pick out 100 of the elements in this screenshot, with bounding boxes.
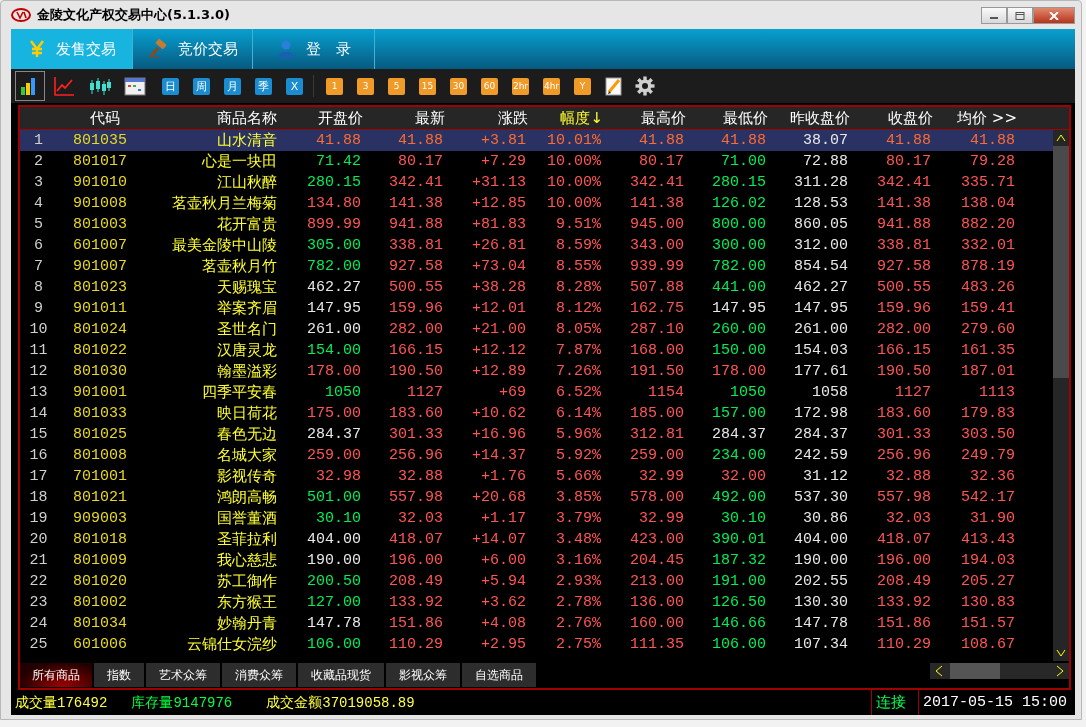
category-tab[interactable]: 消费众筹 — [222, 663, 296, 687]
category-tab[interactable]: 所有商品 — [20, 663, 92, 687]
scroll-right-icon[interactable] — [1056, 665, 1064, 677]
scrollbar-thumb[interactable] — [950, 663, 1000, 679]
table-cell-text: 10.00% — [546, 174, 602, 191]
category-tab[interactable]: 指数 — [94, 663, 144, 687]
category-tab[interactable]: 收藏品现货 — [298, 663, 384, 687]
column-header[interactable]: 幅度↓ — [528, 108, 603, 128]
column-header[interactable]: 最低价 — [686, 108, 768, 128]
table-cell-text: 106.00 — [306, 636, 362, 653]
table-cell-text: 汉唐灵龙 — [216, 341, 277, 360]
settings-icon[interactable] — [634, 76, 655, 96]
table-cell-text: 282.00 — [876, 321, 932, 338]
row-number: 8 — [33, 279, 44, 296]
chart-type-button[interactable] — [15, 71, 45, 101]
column-header[interactable]: 代码 — [51, 108, 136, 128]
table-cell-text: 110.29 — [876, 636, 932, 653]
table-cell-text: 41.88 — [969, 132, 1016, 149]
table-cell-text: 500.55 — [876, 279, 932, 296]
table-cell-text: 196.00 — [876, 552, 932, 569]
table-cell-text: 1127 — [894, 384, 932, 401]
category-tab[interactable]: 自选商品 — [462, 663, 536, 687]
period-button[interactable]: 周 — [193, 77, 210, 95]
close-button[interactable] — [1033, 7, 1075, 24]
column-header[interactable]: 昨收盘价 — [768, 108, 850, 128]
column-header[interactable]: 收盘价 — [850, 108, 933, 128]
table-cell-text: 41.88 — [315, 132, 362, 149]
table-cell-text: 801023 — [72, 279, 128, 296]
table-cell-text: 133.92 — [388, 594, 444, 611]
scroll-up-icon[interactable] — [1056, 134, 1066, 142]
table-cell-text: 127.00 — [306, 594, 362, 611]
table-cell-text: 601006 — [72, 636, 128, 653]
table-cell-text: 860.05 — [793, 216, 849, 233]
table-cell-text: 854.54 — [793, 258, 849, 275]
column-header[interactable]: 涨跌 — [445, 108, 528, 128]
vertical-scrollbar[interactable] — [1053, 130, 1069, 661]
table-cell-text: 32.00 — [720, 468, 767, 485]
scroll-left-icon[interactable] — [935, 665, 943, 677]
table-cell-text: 3.85% — [555, 489, 602, 506]
table-cell-text: 701001 — [72, 468, 128, 485]
period-button[interactable]: 季 — [255, 77, 272, 95]
column-header[interactable]: 商品名称 — [136, 108, 277, 128]
row-number: 20 — [28, 531, 49, 548]
column-header[interactable]: 开盘价 — [277, 108, 363, 128]
table-cell-text: 136.00 — [629, 594, 685, 611]
category-tab[interactable]: 艺术众筹 — [146, 663, 220, 687]
table-cell-text: 鸿朗高畅 — [216, 488, 277, 507]
table-cell-text: 168.00 — [629, 342, 685, 359]
row-number: 24 — [28, 615, 49, 632]
table-cell-text: 801002 — [72, 594, 128, 611]
table-cell-text: 462.27 — [793, 279, 849, 296]
table-cell-text: 191.50 — [629, 363, 685, 380]
table-cell-text: 901010 — [72, 174, 128, 191]
table-cell-text: 256.96 — [876, 447, 932, 464]
table-cell-text: 32.99 — [638, 510, 685, 527]
selected-row-highlight[interactable]: 1 801035 山水清音 41.88 41.88 +3.81 10.01% 41.88 41.88 38.07 41.88 41.88 — [20, 130, 1053, 151]
table-cell-text: 899.99 — [306, 216, 362, 233]
table-cell-text: 妙翰丹青 — [216, 614, 277, 633]
period-button[interactable]: 月 — [224, 77, 241, 95]
table-cell-text: +21.00 — [471, 321, 527, 338]
table-cell-text: 501.00 — [306, 489, 362, 506]
minimize-button[interactable] — [981, 7, 1007, 24]
maximize-button[interactable] — [1007, 7, 1033, 24]
column-header[interactable]: 均价 >> — [933, 108, 1017, 128]
column-header[interactable]: 最高价 — [603, 108, 686, 128]
table-cell-text: +14.07 — [471, 531, 527, 548]
table-cell-text: 3.48% — [555, 531, 602, 548]
column-header[interactable]: 最新 — [363, 108, 445, 128]
table-cell-text: 801018 — [72, 531, 128, 548]
table-cell-text: 141.38 — [629, 195, 685, 212]
table-cell-text: 500.55 — [388, 279, 444, 296]
table-cell-text: +12.12 — [471, 342, 527, 359]
table-cell-text: 187.01 — [960, 363, 1016, 380]
period-button[interactable]: X — [286, 77, 303, 95]
table-cell-text: 301.33 — [388, 426, 444, 443]
table-cell-text: 196.00 — [388, 552, 444, 569]
table-cell-text: 183.60 — [876, 405, 932, 422]
scroll-down-icon[interactable] — [1056, 649, 1066, 657]
notepad-icon[interactable] — [604, 76, 623, 96]
table-cell-text: 801034 — [72, 615, 128, 632]
table-cell-text: 映日荷花 — [216, 404, 277, 423]
table-cell-text: 256.96 — [388, 447, 444, 464]
table-cell-text: 6.14% — [555, 405, 602, 422]
category-tab[interactable]: 影视众筹 — [386, 663, 460, 687]
table-cell-text: 190.50 — [388, 363, 444, 380]
table-cell-text: 8.55% — [555, 258, 602, 275]
scrollbar-thumb[interactable] — [1053, 146, 1069, 378]
period-button[interactable]: 日 — [162, 77, 179, 95]
table-cell-text: 801017 — [72, 153, 128, 170]
table-cell-text: 茗壶秋月兰梅菊 — [171, 194, 277, 213]
row-number: 1 — [33, 132, 44, 149]
table-cell-text: 901001 — [72, 384, 128, 401]
table-cell-text: 202.55 — [793, 573, 849, 590]
table-cell-text: 2.76% — [555, 615, 602, 632]
table-cell-text: 441.00 — [711, 279, 767, 296]
horizontal-scrollbar[interactable] — [930, 663, 1069, 679]
table-cell-text: 413.43 — [960, 531, 1016, 548]
table-cell-text: 343.00 — [629, 237, 685, 254]
table-cell-text: 342.41 — [388, 174, 444, 191]
table-cell-text: +73.04 — [471, 258, 527, 275]
